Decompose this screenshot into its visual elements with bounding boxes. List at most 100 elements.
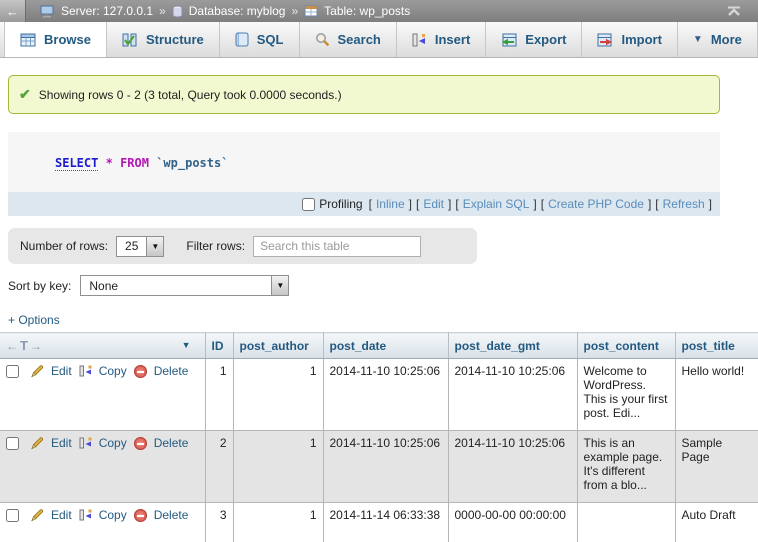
select-dropdown-button[interactable]: ▼: [146, 237, 163, 256]
number-of-rows-label: Number of rows:: [20, 239, 108, 253]
search-icon: [315, 32, 330, 47]
edit-pencil-icon: [30, 508, 44, 522]
header-post-author[interactable]: post_author: [233, 333, 323, 359]
collapse-navigation-button[interactable]: [726, 6, 742, 17]
copy-row-link[interactable]: Copy: [99, 364, 127, 378]
bracket: ]: [409, 197, 412, 211]
filter-rows-input[interactable]: [253, 236, 421, 257]
sort-order-icon[interactable]: ←T→: [6, 339, 44, 353]
select-dropdown-button[interactable]: ▼: [271, 276, 288, 295]
profiling-checkbox[interactable]: [302, 198, 315, 211]
tab-structure[interactable]: Structure: [107, 22, 220, 57]
header-id[interactable]: ID: [205, 333, 233, 359]
tab-insert[interactable]: Insert: [397, 22, 486, 57]
refresh-link[interactable]: Refresh: [663, 197, 705, 211]
header-post-content[interactable]: post_content: [577, 333, 675, 359]
bracket: ]: [448, 197, 451, 211]
rows-per-page-select[interactable]: 25 ▼: [116, 236, 164, 257]
chevron-down-icon: ▼: [693, 34, 703, 45]
insert-icon: [412, 33, 427, 47]
copy-row-icon: [79, 508, 92, 522]
header-post-date[interactable]: post_date: [323, 333, 448, 359]
import-icon: [597, 33, 613, 47]
delete-row-link[interactable]: Delete: [154, 436, 189, 450]
cell-id: 2: [205, 431, 233, 503]
rows-per-page-value: 25: [117, 239, 146, 253]
tab-insert-label: Insert: [435, 32, 470, 47]
cell-post-title: Sample Page: [675, 431, 758, 503]
copy-row-icon: [79, 436, 92, 450]
row-controls-bar: Number of rows: 25 ▼ Filter rows:: [8, 228, 477, 264]
tab-sql[interactable]: SQL: [220, 22, 300, 57]
table-icon: [304, 5, 318, 17]
tab-export[interactable]: Export: [486, 22, 582, 57]
filter-rows-label: Filter rows:: [186, 239, 245, 253]
bracket: ]: [648, 197, 651, 211]
bracket: ]: [533, 197, 536, 211]
cell-post-content: [577, 503, 675, 542]
tab-browse-label: Browse: [44, 32, 91, 47]
tab-structure-label: Structure: [146, 32, 204, 47]
sql-icon: [235, 32, 249, 47]
tab-search[interactable]: Search: [300, 22, 397, 57]
delete-row-link[interactable]: Delete: [154, 508, 189, 522]
table-row: Edit Copy Delete 2 1 2014-11-10 10:25:06…: [0, 431, 758, 503]
cell-post-date-gmt: 2014-11-10 10:25:06: [448, 359, 577, 431]
header-post-title[interactable]: post_title: [675, 333, 758, 359]
breadcrumb-server[interactable]: Server: 127.0.0.1: [61, 4, 153, 18]
create-php-code-link[interactable]: Create PHP Code: [548, 197, 644, 211]
copy-row-icon: [79, 364, 92, 378]
cell-post-content: Welcome to WordPress. This is your first…: [577, 359, 675, 431]
inline-link[interactable]: Inline: [376, 197, 405, 211]
cell-post-date-gmt: 2014-11-10 10:25:06: [448, 431, 577, 503]
row-checkbox[interactable]: [6, 437, 19, 450]
sort-controls: Sort by key: None ▼: [8, 275, 758, 296]
copy-row-link[interactable]: Copy: [99, 508, 127, 522]
edit-row-link[interactable]: Edit: [51, 436, 72, 450]
bracket: [: [369, 197, 372, 211]
delete-row-icon: [134, 365, 147, 378]
bracket: [: [655, 197, 658, 211]
cell-id: 1: [205, 359, 233, 431]
delete-row-link[interactable]: Delete: [154, 364, 189, 378]
breadcrumb-separator: »: [291, 4, 298, 18]
database-icon: [172, 5, 183, 18]
back-arrow-icon: ←: [6, 4, 19, 19]
tab-import[interactable]: Import: [582, 22, 677, 57]
browse-icon: [20, 33, 36, 47]
tab-more-label: More: [711, 32, 742, 47]
query-options-bar: Profiling [ Inline ] [ Edit ] [ Explain …: [8, 192, 720, 216]
header-actions[interactable]: ←T→ ▼: [0, 333, 205, 359]
tab-more[interactable]: ▼ More: [678, 22, 758, 57]
tab-browse[interactable]: Browse: [4, 22, 107, 57]
copy-row-link[interactable]: Copy: [99, 436, 127, 450]
row-checkbox[interactable]: [6, 509, 19, 522]
header-post-date-gmt[interactable]: post_date_gmt: [448, 333, 577, 359]
row-checkbox[interactable]: [6, 365, 19, 378]
sql-query: SELECT * FROM `wp_posts`: [8, 132, 720, 192]
cell-post-date: 2014-11-10 10:25:06: [323, 431, 448, 503]
table-row: Edit Copy Delete 3 1 2014-11-14 06:33:38…: [0, 503, 758, 542]
cell-post-content: This is an example page. It's different …: [577, 431, 675, 503]
success-check-icon: ✔: [19, 86, 31, 103]
edit-pencil-icon: [30, 436, 44, 450]
breadcrumb-table[interactable]: Table: wp_posts: [324, 4, 410, 18]
column-visibility-dropdown-icon[interactable]: ▼: [182, 340, 191, 350]
bracket: [: [455, 197, 458, 211]
delete-row-icon: [134, 437, 147, 450]
breadcrumb-database[interactable]: Database: myblog: [189, 4, 286, 18]
cell-post-date: 2014-11-14 06:33:38: [323, 503, 448, 542]
export-icon: [501, 33, 517, 47]
back-button[interactable]: ←: [0, 0, 26, 22]
server-icon: [40, 5, 55, 18]
edit-row-link[interactable]: Edit: [51, 508, 72, 522]
explain-sql-link[interactable]: Explain SQL: [463, 197, 530, 211]
options-toggle-link[interactable]: + Options: [8, 313, 758, 327]
edit-query-link[interactable]: Edit: [423, 197, 444, 211]
query-box: SELECT * FROM `wp_posts` Profiling [ Inl…: [8, 132, 720, 216]
edit-row-link[interactable]: Edit: [51, 364, 72, 378]
collapse-icon: [726, 6, 742, 17]
sort-by-key-select[interactable]: None ▼: [80, 275, 289, 296]
status-message-text: Showing rows 0 - 2 (3 total, Query took …: [39, 88, 342, 102]
table-row: Edit Copy Delete 1 1 2014-11-10 10:25:06…: [0, 359, 758, 431]
